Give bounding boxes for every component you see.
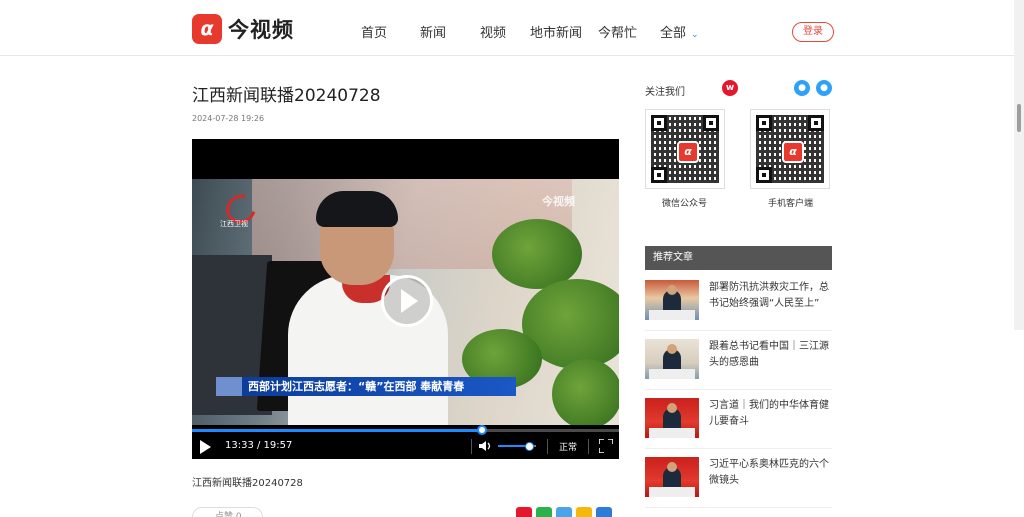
like-button[interactable]: 点赞 0 xyxy=(192,507,263,517)
scene-person-hair xyxy=(316,191,398,227)
play-icon[interactable] xyxy=(381,275,433,327)
fullscreen-icon[interactable] xyxy=(599,439,613,453)
progress-fill xyxy=(192,429,482,432)
nav-item-news[interactable]: 新闻 xyxy=(420,22,446,41)
nav-item-all-label: 全部 xyxy=(660,26,687,41)
qr-logo-icon: α xyxy=(782,141,804,163)
qr-finder xyxy=(756,167,772,183)
channel-logo-text: 江西卫视 xyxy=(220,220,248,228)
play-pause-icon[interactable] xyxy=(200,440,211,454)
weibo-icon[interactable]: w xyxy=(722,80,738,96)
recommended-item[interactable]: 习言道｜我们的中华体育健儿要奋斗 xyxy=(645,390,832,449)
site-logo[interactable]: α 今视频 xyxy=(192,14,294,44)
video-controls: 13:33 / 19:57 正常 xyxy=(192,434,619,459)
video-watermark: 今视频 xyxy=(542,195,575,208)
chevron-down-icon: ⌄ xyxy=(691,30,699,40)
volume-handle[interactable] xyxy=(525,442,535,451)
nav-item-home[interactable]: 首页 xyxy=(361,22,387,41)
volume-icon[interactable] xyxy=(479,440,493,452)
recommended-header: 推荐文章 xyxy=(645,246,832,270)
nav-item-all[interactable]: 全部 ⌄ xyxy=(660,22,699,41)
article-date: 2024-07-28 19:26 xyxy=(192,114,265,123)
follow-us-label: 关注我们 xyxy=(645,87,685,98)
qq-share-icon[interactable] xyxy=(556,507,572,517)
login-button[interactable]: 登录 xyxy=(792,22,834,42)
qr-finder xyxy=(651,115,667,131)
logo-text: 今视频 xyxy=(228,18,294,42)
scrollbar-lower xyxy=(1014,330,1024,517)
control-divider xyxy=(588,439,589,454)
video-time: 13:33 / 19:57 xyxy=(225,440,293,451)
recommended-thumbnail[interactable] xyxy=(645,398,699,438)
recommended-thumbnail[interactable] xyxy=(645,280,699,320)
qzone-share-icon[interactable] xyxy=(576,507,592,517)
page: α 今视频 首页 新闻 视频 地市新闻 今帮忙 全部 ⌄ 登录 江西新闻联播202… xyxy=(0,0,1014,517)
app-qr-code: α xyxy=(750,109,830,189)
nav-item-video[interactable]: 视频 xyxy=(480,22,506,41)
site-header: α 今视频 首页 新闻 视频 地市新闻 今帮忙 全部 ⌄ 登录 xyxy=(0,0,1014,56)
wechat-qr-code: α xyxy=(645,109,725,189)
qr-logo-icon: α xyxy=(677,141,699,163)
recommended-title[interactable]: 部署防汛抗洪救灾工作，总书记始终强调“人民至上” xyxy=(709,280,832,312)
page-scrollbar[interactable] xyxy=(1014,0,1024,517)
recommended-title[interactable]: 跟着总书记看中国｜三江源头的感恩曲 xyxy=(709,339,832,371)
video-player[interactable]: 江西卫视 今视频 西部计划江西志愿者：“赣”在西部 奉献青春 13:33 / 1… xyxy=(192,139,619,459)
more-share-icon[interactable] xyxy=(596,507,612,517)
control-divider xyxy=(471,439,472,454)
video-frame[interactable]: 江西卫视 今视频 西部计划江西志愿者：“赣”在西部 奉献青春 xyxy=(192,179,619,425)
control-divider xyxy=(547,439,548,454)
qr-finder xyxy=(808,115,824,131)
recommended-item[interactable]: 部署防汛抗洪救灾工作，总书记始终强调“人民至上” xyxy=(645,272,832,331)
recommended-thumbnail[interactable] xyxy=(645,339,699,379)
app-qr-caption: 手机客户端 xyxy=(768,199,814,209)
apple-icon[interactable]: ● xyxy=(816,80,832,96)
progress-bar[interactable] xyxy=(192,425,619,435)
recommended-item[interactable]: 习近平心系奥林匹克的六个微镜头 xyxy=(645,449,832,508)
scene-plant-leaf xyxy=(552,359,619,425)
video-caption: 西部计划江西志愿者：“赣”在西部 奉献青春 xyxy=(216,377,516,396)
volume-fill xyxy=(498,445,529,447)
nav-item-local-news[interactable]: 地市新闻 xyxy=(530,22,582,41)
recommended-thumbnail[interactable] xyxy=(645,457,699,497)
playback-speed-button[interactable]: 正常 xyxy=(559,440,577,453)
qr-finder xyxy=(651,167,667,183)
nav-item-help[interactable]: 今帮忙 xyxy=(598,22,637,41)
android-icon[interactable]: ● xyxy=(794,80,810,96)
volume-slider[interactable] xyxy=(498,442,536,451)
wechat-share-icon[interactable] xyxy=(536,507,552,517)
weibo-share-icon[interactable] xyxy=(516,507,532,517)
qr-finder xyxy=(756,115,772,131)
video-description: 江西新闻联播20240728 xyxy=(192,478,303,489)
scrollbar-thumb[interactable] xyxy=(1017,104,1021,132)
article-title: 江西新闻联播20240728 xyxy=(192,86,381,106)
recommended-title[interactable]: 习近平心系奥林匹克的六个微镜头 xyxy=(709,457,832,489)
recommended-title[interactable]: 习言道｜我们的中华体育健儿要奋斗 xyxy=(709,398,832,430)
recommended-item[interactable]: 跟着总书记看中国｜三江源头的感恩曲 xyxy=(645,331,832,390)
qr-finder xyxy=(703,115,719,131)
logo-mark-icon: α xyxy=(192,14,222,44)
wechat-qr-caption: 微信公众号 xyxy=(662,199,708,209)
